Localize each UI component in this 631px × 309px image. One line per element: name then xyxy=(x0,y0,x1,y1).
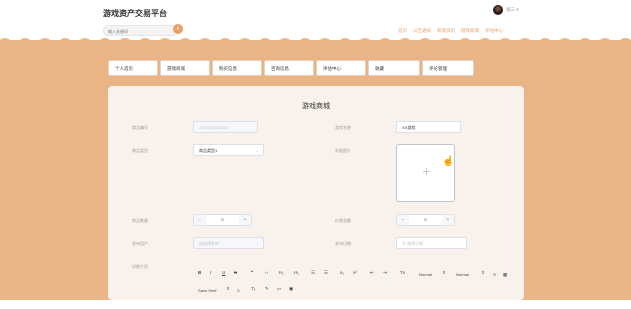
italic-icon[interactable]: I xyxy=(210,270,211,275)
publisher-placeholder: 请选择发布 xyxy=(199,241,219,246)
search-box[interactable] xyxy=(103,25,178,36)
search-icon[interactable]: ⌕ xyxy=(173,24,183,34)
font-color-icon[interactable]: A xyxy=(493,272,496,277)
publisher-label: 发布用户 xyxy=(132,241,148,246)
hand-cursor-icon: ☝ xyxy=(442,156,455,167)
wave-divider xyxy=(0,38,631,48)
detail-label: 详细介绍 xyxy=(132,264,148,269)
quote-icon[interactable]: ❝ xyxy=(251,270,253,276)
clear-icon[interactable]: Tₓ xyxy=(251,286,255,291)
user-menu[interactable]: 张三 ▾ xyxy=(506,7,519,13)
nav-comments[interactable]: 评论管理 xyxy=(422,60,474,76)
bold-icon[interactable]: B xyxy=(198,270,201,275)
price-stepper[interactable]: − 0 + xyxy=(396,214,455,226)
underline-icon[interactable]: U xyxy=(222,270,225,275)
ordered-list-icon[interactable]: ☰ xyxy=(311,270,315,276)
product-no-label: 商品编号 xyxy=(132,125,148,130)
minus-button[interactable]: − xyxy=(397,215,409,225)
minus-button[interactable]: − xyxy=(194,215,206,225)
chevron-updown-icon: ⇕ xyxy=(442,270,446,275)
size-select[interactable]: Normal xyxy=(419,272,432,277)
h1-icon[interactable]: H₁ xyxy=(279,270,284,275)
image-icon[interactable]: ▭ xyxy=(277,286,281,292)
product-no-field: 1718690030566 xyxy=(193,121,258,133)
background-color-icon[interactable]: ▩ xyxy=(503,272,507,278)
publisher-select: 请选择发布 ⌄ xyxy=(193,237,264,249)
quantity-value[interactable]: 0 xyxy=(206,215,239,225)
h2-icon[interactable]: H₂ xyxy=(294,270,299,275)
game-name-field[interactable]: XX游戏 xyxy=(396,121,461,133)
outdent-icon[interactable]: ⇤ xyxy=(370,270,374,276)
chevron-updown-icon: ⇕ xyxy=(226,286,230,291)
product-type-select[interactable]: 商品类型1 ⌄ xyxy=(193,144,264,156)
video-icon[interactable]: ▣ xyxy=(289,286,293,292)
link-icon[interactable]: ✎ xyxy=(265,286,269,292)
link-home[interactable]: 首页 xyxy=(398,28,407,34)
plus-button[interactable]: + xyxy=(239,215,251,225)
top-links: 首页 公告通知 新闻资讯 游戏商城 评估中心 xyxy=(398,28,503,34)
cover-upload[interactable]: + xyxy=(396,144,455,202)
form-title: 游戏商城 xyxy=(302,103,330,110)
site-logo[interactable]: 游戏资产交易平台 xyxy=(103,8,167,19)
rich-text-toolbar: B I U S ❝ ‹› H₁ H₂ ☰ ☰ x₂ x² ⇤ ⇥ Tx Norm… xyxy=(193,264,520,300)
quantity-stepper[interactable]: − 0 + xyxy=(193,214,252,226)
publish-date-placeholder: 选择日期 xyxy=(407,241,424,246)
clear-format-icon[interactable]: Tx xyxy=(400,270,405,275)
nav-evaluation[interactable]: 评估中心 xyxy=(316,60,366,76)
align-icon[interactable]: ≡ xyxy=(237,288,240,293)
price-label: 价格金额 xyxy=(335,218,351,223)
quantity-label: 商品数量 xyxy=(132,218,148,223)
link-notice[interactable]: 公告通知 xyxy=(413,28,431,34)
publish-date-picker[interactable]: ▦ 选择日期 xyxy=(396,237,467,249)
plus-button[interactable]: + xyxy=(442,215,454,225)
nav-personal[interactable]: 个人首页 xyxy=(108,60,158,76)
publish-date-label: 发布日期 xyxy=(335,241,351,246)
product-type-value: 商品类型1 xyxy=(199,148,218,153)
nav-shop[interactable]: 游戏商城 xyxy=(160,60,210,76)
code-icon[interactable]: ‹› xyxy=(265,270,268,275)
bullet-list-icon[interactable]: ☰ xyxy=(324,270,328,276)
chevron-updown-icon: ⇕ xyxy=(481,270,485,275)
nav-consult[interactable]: 咨询信息 xyxy=(264,60,314,76)
superscript-icon[interactable]: x² xyxy=(353,270,357,275)
product-type-label: 商品类型 xyxy=(132,148,148,153)
strike-icon[interactable]: S xyxy=(234,270,237,275)
price-value[interactable]: 0 xyxy=(409,215,442,225)
link-news[interactable]: 新闻资讯 xyxy=(437,28,455,34)
search-input[interactable] xyxy=(108,27,164,35)
chevron-down-icon: ⌄ xyxy=(255,148,259,153)
subscript-icon[interactable]: x₂ xyxy=(340,270,344,275)
header-select[interactable]: Normal xyxy=(456,272,469,277)
nav-favorites[interactable]: 收藏 xyxy=(368,60,420,76)
link-evaluation[interactable]: 评估中心 xyxy=(485,28,503,34)
game-name-label: 游戏名称 xyxy=(335,125,351,130)
chevron-down-icon: ⌄ xyxy=(255,241,259,246)
avatar[interactable] xyxy=(493,5,503,15)
main-nav: 个人首页 游戏商城 购买信息 咨询信息 评估中心 收藏 评论管理 xyxy=(108,60,476,76)
cover-label: 封面图片 xyxy=(335,148,351,153)
link-shop[interactable]: 游戏商城 xyxy=(461,28,479,34)
nav-purchase[interactable]: 购买信息 xyxy=(212,60,262,76)
indent-icon[interactable]: ⇥ xyxy=(383,270,387,276)
font-select[interactable]: Sans Serif xyxy=(198,288,216,293)
